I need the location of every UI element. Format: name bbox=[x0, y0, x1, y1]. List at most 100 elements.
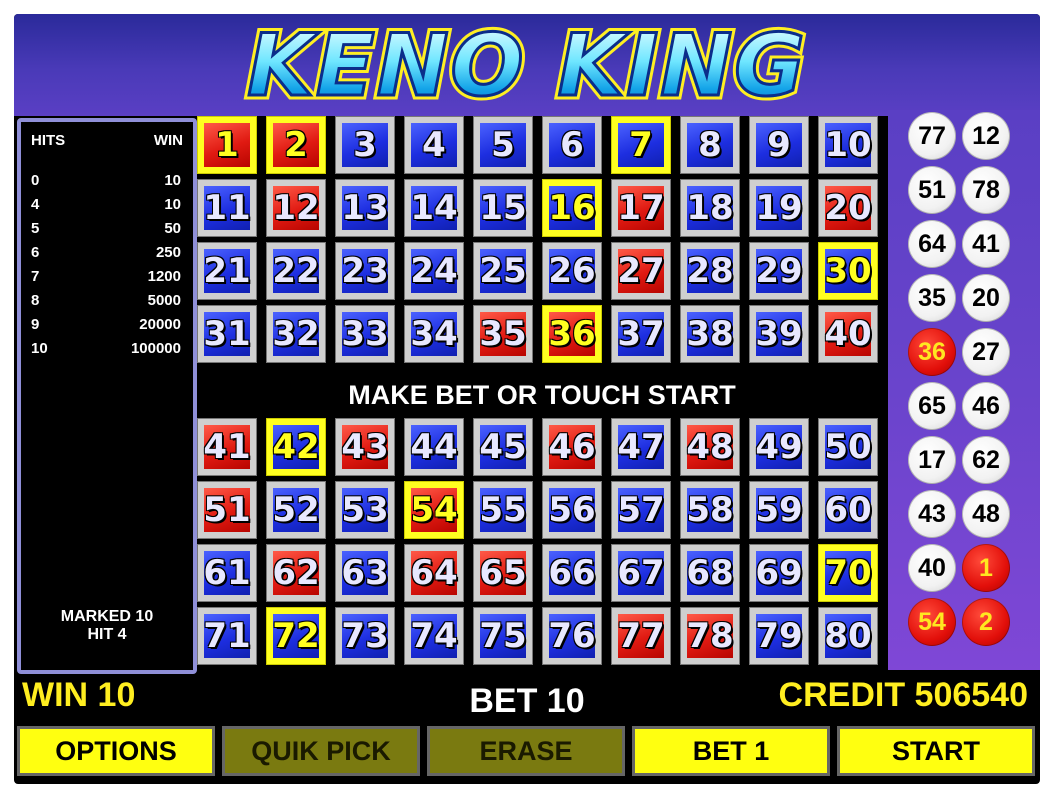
keno-number-51[interactable]: 51 bbox=[197, 481, 257, 539]
keno-number-69[interactable]: 69 bbox=[749, 544, 809, 602]
keno-number-64[interactable]: 64 bbox=[404, 544, 464, 602]
keno-number-70[interactable]: 70 bbox=[818, 544, 878, 602]
keno-number-55[interactable]: 55 bbox=[473, 481, 533, 539]
erase-button[interactable]: ERASE bbox=[427, 726, 625, 776]
keno-number-49[interactable]: 49 bbox=[749, 418, 809, 476]
keno-number-29[interactable]: 29 bbox=[749, 242, 809, 300]
keno-number-10[interactable]: 10 bbox=[818, 116, 878, 174]
keno-number-61[interactable]: 61 bbox=[197, 544, 257, 602]
keno-number-34[interactable]: 34 bbox=[404, 305, 464, 363]
keno-number-35[interactable]: 35 bbox=[473, 305, 533, 363]
keno-number-4[interactable]: 4 bbox=[404, 116, 464, 174]
options-button[interactable]: OPTIONS bbox=[17, 726, 215, 776]
keno-number-47[interactable]: 47 bbox=[611, 418, 671, 476]
keno-number-78[interactable]: 78 bbox=[680, 607, 740, 665]
keno-number-62[interactable]: 62 bbox=[266, 544, 326, 602]
keno-number-48[interactable]: 48 bbox=[680, 418, 740, 476]
keno-number-41[interactable]: 41 bbox=[197, 418, 257, 476]
marked-count: MARKED 10 bbox=[60, 608, 154, 625]
keno-number-53[interactable]: 53 bbox=[335, 481, 395, 539]
keno-number-76[interactable]: 76 bbox=[542, 607, 602, 665]
keno-number-9[interactable]: 9 bbox=[749, 116, 809, 174]
keno-number-73[interactable]: 73 bbox=[335, 607, 395, 665]
keno-number-5[interactable]: 5 bbox=[473, 116, 533, 174]
keno-number-19[interactable]: 19 bbox=[749, 179, 809, 237]
keno-number-36[interactable]: 36 bbox=[542, 305, 602, 363]
keno-number-label: 56 bbox=[548, 488, 596, 532]
keno-number-57[interactable]: 57 bbox=[611, 481, 671, 539]
keno-number-11[interactable]: 11 bbox=[197, 179, 257, 237]
keno-number-63[interactable]: 63 bbox=[335, 544, 395, 602]
keno-number-13[interactable]: 13 bbox=[335, 179, 395, 237]
keno-number-31[interactable]: 31 bbox=[197, 305, 257, 363]
keno-number-22[interactable]: 22 bbox=[266, 242, 326, 300]
keno-number-71[interactable]: 71 bbox=[197, 607, 257, 665]
keno-number-42[interactable]: 42 bbox=[266, 418, 326, 476]
keno-number-18[interactable]: 18 bbox=[680, 179, 740, 237]
keno-number-25[interactable]: 25 bbox=[473, 242, 533, 300]
paytable-hits-value: 0 bbox=[31, 172, 40, 189]
keno-number-label: 60 bbox=[824, 488, 872, 532]
keno-number-80[interactable]: 80 bbox=[818, 607, 878, 665]
keno-number-33[interactable]: 33 bbox=[335, 305, 395, 363]
keno-number-66[interactable]: 66 bbox=[542, 544, 602, 602]
keno-number-28[interactable]: 28 bbox=[680, 242, 740, 300]
keno-number-46[interactable]: 46 bbox=[542, 418, 602, 476]
keno-number-label: 3 bbox=[342, 123, 388, 167]
keno-number-30[interactable]: 30 bbox=[818, 242, 878, 300]
keno-number-39[interactable]: 39 bbox=[749, 305, 809, 363]
paytable-row: 9 20000 bbox=[31, 316, 181, 340]
keno-number-2[interactable]: 2 bbox=[266, 116, 326, 174]
keno-number-24[interactable]: 24 bbox=[404, 242, 464, 300]
keno-number-77[interactable]: 77 bbox=[611, 607, 671, 665]
keno-number-16[interactable]: 16 bbox=[542, 179, 602, 237]
keno-number-17[interactable]: 17 bbox=[611, 179, 671, 237]
bet-one-button[interactable]: BET 1 bbox=[632, 726, 830, 776]
keno-number-40[interactable]: 40 bbox=[818, 305, 878, 363]
keno-number-26[interactable]: 26 bbox=[542, 242, 602, 300]
paytable-hits-value: 6 bbox=[31, 244, 40, 261]
keno-number-58[interactable]: 58 bbox=[680, 481, 740, 539]
hit-count: HIT 4 bbox=[87, 626, 127, 643]
keno-number-label: 20 bbox=[824, 186, 872, 230]
keno-number-label: 37 bbox=[617, 312, 665, 356]
keno-number-43[interactable]: 43 bbox=[335, 418, 395, 476]
keno-number-8[interactable]: 8 bbox=[680, 116, 740, 174]
keno-number-60[interactable]: 60 bbox=[818, 481, 878, 539]
keno-number-label: 18 bbox=[686, 186, 734, 230]
keno-number-7[interactable]: 7 bbox=[611, 116, 671, 174]
keno-number-21[interactable]: 21 bbox=[197, 242, 257, 300]
keno-number-68[interactable]: 68 bbox=[680, 544, 740, 602]
keno-number-label: 40 bbox=[824, 312, 872, 356]
keno-number-44[interactable]: 44 bbox=[404, 418, 464, 476]
keno-number-67[interactable]: 67 bbox=[611, 544, 671, 602]
quik-pick-button[interactable]: QUIK PICK bbox=[222, 726, 420, 776]
keno-number-3[interactable]: 3 bbox=[335, 116, 395, 174]
keno-number-27[interactable]: 27 bbox=[611, 242, 671, 300]
paytable-win-header: WIN bbox=[153, 132, 183, 149]
start-button[interactable]: START bbox=[837, 726, 1035, 776]
keno-number-38[interactable]: 38 bbox=[680, 305, 740, 363]
keno-number-56[interactable]: 56 bbox=[542, 481, 602, 539]
keno-number-6[interactable]: 6 bbox=[542, 116, 602, 174]
keno-number-37[interactable]: 37 bbox=[611, 305, 671, 363]
keno-number-label: 10 bbox=[824, 123, 872, 167]
keno-number-65[interactable]: 65 bbox=[473, 544, 533, 602]
keno-number-75[interactable]: 75 bbox=[473, 607, 533, 665]
keno-number-45[interactable]: 45 bbox=[473, 418, 533, 476]
keno-number-1[interactable]: 1 bbox=[197, 116, 257, 174]
keno-number-20[interactable]: 20 bbox=[818, 179, 878, 237]
keno-number-50[interactable]: 50 bbox=[818, 418, 878, 476]
keno-number-32[interactable]: 32 bbox=[266, 305, 326, 363]
keno-number-15[interactable]: 15 bbox=[473, 179, 533, 237]
keno-number-72[interactable]: 72 bbox=[266, 607, 326, 665]
keno-number-23[interactable]: 23 bbox=[335, 242, 395, 300]
keno-number-79[interactable]: 79 bbox=[749, 607, 809, 665]
keno-number-54[interactable]: 54 bbox=[404, 481, 464, 539]
keno-number-14[interactable]: 14 bbox=[404, 179, 464, 237]
keno-number-59[interactable]: 59 bbox=[749, 481, 809, 539]
keno-number-52[interactable]: 52 bbox=[266, 481, 326, 539]
keno-number-74[interactable]: 74 bbox=[404, 607, 464, 665]
keno-number-12[interactable]: 12 bbox=[266, 179, 326, 237]
keno-number-label: 62 bbox=[272, 551, 320, 595]
